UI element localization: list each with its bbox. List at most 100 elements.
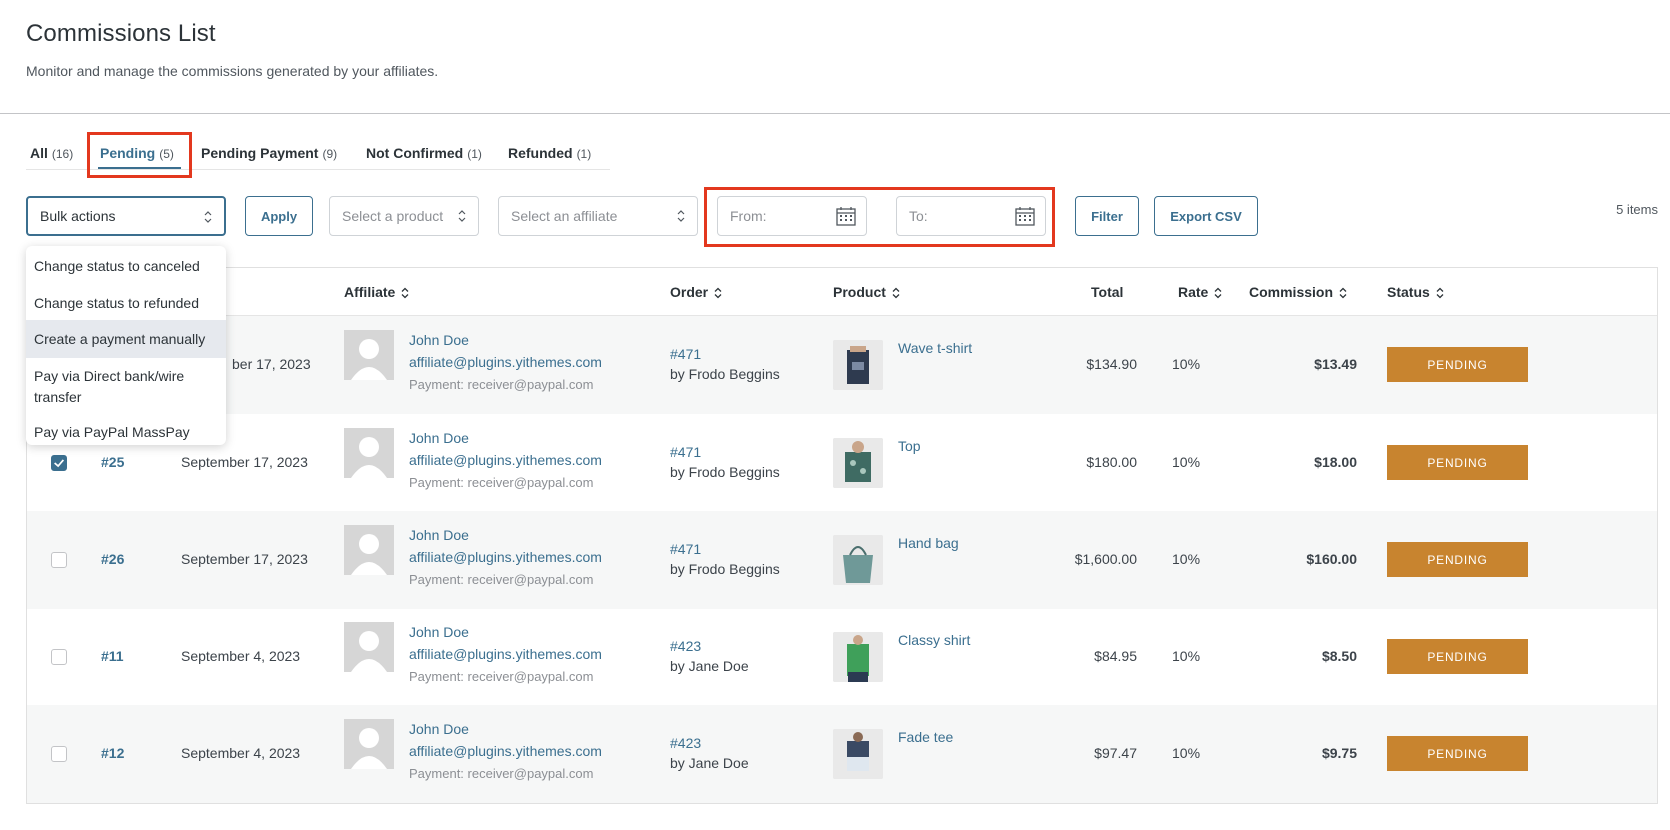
items-count: 5 items: [1616, 202, 1658, 217]
check-icon: [54, 459, 65, 468]
menu-item-pay-direct-bank[interactable]: Pay via Direct bank/wire transfer: [26, 366, 206, 408]
product-select-placeholder: Select a product: [342, 208, 444, 224]
select-arrows-icon: [204, 211, 212, 223]
commission-id-link[interactable]: #11: [101, 648, 124, 664]
menu-item-create-payment-manually[interactable]: Create a payment manually: [26, 320, 226, 358]
affiliate-select-placeholder: Select an affiliate: [511, 208, 618, 224]
row-checkbox[interactable]: [51, 552, 67, 568]
commission-date: September 4, 2023: [181, 745, 301, 761]
product-name-link[interactable]: Hand bag: [898, 535, 959, 551]
order-customer: by Frodo Beggins: [670, 561, 780, 577]
commission-amount: $8.50: [1321, 648, 1357, 664]
filter-button[interactable]: Filter: [1075, 196, 1139, 236]
commission-date: September 17, 2023: [181, 454, 308, 470]
affiliate-payment-email: Payment: receiver@paypal.com: [409, 475, 594, 490]
tab-refunded[interactable]: Refunded (1): [508, 145, 591, 161]
affiliate-payment-email: Payment: receiver@paypal.com: [409, 766, 594, 781]
menu-item-change-status-canceled[interactable]: Change status to canceled: [26, 256, 226, 277]
commission-id-link[interactable]: #26: [101, 551, 124, 567]
commission-rate: 10%: [1172, 551, 1201, 567]
affiliate-name-link[interactable]: John Doe: [409, 527, 469, 543]
active-tab-indicator: [98, 167, 181, 169]
tab-pending[interactable]: Pending (5): [100, 145, 174, 161]
bulk-actions-menu: Change status to canceled Change status …: [26, 246, 226, 445]
row-checkbox[interactable]: [51, 455, 67, 471]
product-name-link[interactable]: Classy shirt: [898, 632, 970, 648]
sort-icon: [1214, 287, 1222, 299]
col-product[interactable]: Product: [833, 284, 900, 300]
commission-amount: $160.00: [1306, 551, 1357, 567]
tab-pending-payment[interactable]: Pending Payment (9): [201, 145, 337, 161]
menu-item-change-status-refunded[interactable]: Change status to refunded: [26, 293, 226, 314]
commission-date: ber 17, 2023: [232, 356, 311, 372]
select-arrows-icon: [677, 210, 685, 222]
product-name-link[interactable]: Top: [898, 438, 921, 454]
status-badge: PENDING: [1387, 639, 1528, 674]
total-amount: $84.95: [1094, 648, 1137, 664]
tab-not-confirmed[interactable]: Not Confirmed (1): [366, 145, 482, 161]
affiliate-select[interactable]: Select an affiliate: [498, 196, 698, 236]
tab-all[interactable]: All (16): [30, 145, 73, 161]
affiliate-avatar: [344, 719, 394, 769]
commission-date: September 17, 2023: [181, 551, 308, 567]
commission-amount: $13.49: [1314, 356, 1357, 372]
status-badge: PENDING: [1387, 347, 1528, 382]
calendar-icon[interactable]: [836, 206, 856, 226]
sort-icon: [1436, 287, 1444, 299]
col-rate[interactable]: Rate: [1178, 284, 1222, 300]
product-name-link[interactable]: Fade tee: [898, 729, 953, 745]
order-link[interactable]: #471: [670, 444, 701, 460]
affiliate-email-link[interactable]: affiliate@plugins.yithemes.com: [409, 549, 602, 565]
product-thumbnail: [833, 340, 883, 390]
affiliate-email-link[interactable]: affiliate@plugins.yithemes.com: [409, 354, 602, 370]
order-link[interactable]: #471: [670, 541, 701, 557]
commission-rate: 10%: [1172, 454, 1201, 470]
order-link[interactable]: #423: [670, 735, 701, 751]
commission-id-link[interactable]: #12: [101, 745, 124, 761]
affiliate-name-link[interactable]: John Doe: [409, 430, 469, 446]
calendar-icon[interactable]: [1015, 206, 1035, 226]
export-csv-button[interactable]: Export CSV: [1154, 196, 1258, 236]
product-name-link[interactable]: Wave t-shirt: [898, 340, 972, 356]
page-subtitle: Monitor and manage the commissions gener…: [26, 63, 439, 79]
affiliate-email-link[interactable]: affiliate@plugins.yithemes.com: [409, 743, 602, 759]
table-row: ber 17, 2023 John Doe affiliate@plugins.…: [27, 316, 1657, 414]
product-thumbnail: [833, 729, 883, 779]
affiliate-email-link[interactable]: affiliate@plugins.yithemes.com: [409, 646, 602, 662]
apply-button[interactable]: Apply: [245, 196, 313, 236]
sort-icon: [714, 287, 722, 299]
commission-amount: $9.75: [1321, 745, 1357, 761]
row-checkbox[interactable]: [51, 649, 67, 665]
row-checkbox[interactable]: [51, 746, 67, 762]
date-from-field[interactable]: From:: [717, 196, 867, 236]
date-from-placeholder: From:: [730, 208, 767, 224]
order-link[interactable]: #423: [670, 638, 701, 654]
date-to-field[interactable]: To:: [896, 196, 1046, 236]
total-amount: $180.00: [1086, 454, 1137, 470]
affiliate-payment-email: Payment: receiver@paypal.com: [409, 377, 594, 392]
affiliate-name-link[interactable]: John Doe: [409, 721, 469, 737]
status-tabs: All (16) Pending (5) Pending Payment (9) No…: [26, 130, 610, 170]
status-badge: PENDING: [1387, 445, 1528, 480]
total-amount: $97.47: [1094, 745, 1137, 761]
order-customer: by Frodo Beggins: [670, 366, 780, 382]
product-thumbnail: [833, 535, 883, 585]
menu-item-pay-paypal-masspay[interactable]: Pay via PayPal MassPay: [26, 422, 226, 443]
affiliate-name-link[interactable]: John Doe: [409, 624, 469, 640]
affiliate-name-link[interactable]: John Doe: [409, 332, 469, 348]
col-commission[interactable]: Commission: [1249, 284, 1347, 300]
commission-id-link[interactable]: #25: [101, 454, 124, 470]
order-customer: by Frodo Beggins: [670, 464, 780, 480]
col-order[interactable]: Order: [670, 284, 722, 300]
total-amount: $1,600.00: [1074, 551, 1137, 567]
col-affiliate[interactable]: Affiliate: [344, 284, 409, 300]
product-select[interactable]: Select a product: [329, 196, 479, 236]
bulk-actions-select[interactable]: Bulk actions: [26, 196, 226, 236]
col-status[interactable]: Status: [1387, 284, 1444, 300]
order-link[interactable]: #471: [670, 346, 701, 362]
commissions-table: e Affiliate Order Product Total Rate Com…: [26, 267, 1658, 804]
affiliate-avatar: [344, 622, 394, 672]
sort-icon: [1339, 287, 1347, 299]
affiliate-email-link[interactable]: affiliate@plugins.yithemes.com: [409, 452, 602, 468]
total-amount: $134.90: [1086, 356, 1137, 372]
